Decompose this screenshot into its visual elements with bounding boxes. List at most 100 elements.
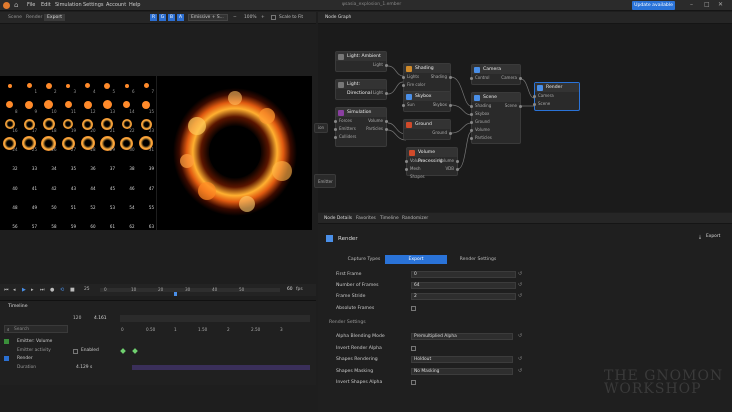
zoom-in-icon[interactable]: + [261,15,265,20]
node-camera[interactable]: Camera Control Camera [470,64,522,85]
step-back-icon[interactable]: ◂ [13,287,16,293]
port-particles-in[interactable]: Particles [470,134,500,142]
port-mesh-shapes[interactable]: Mesh Shapes [405,165,439,179]
invert-shapes-alpha-checkbox[interactable] [411,380,416,385]
emitter-enabled-checkbox[interactable] [73,349,78,354]
menu-simulation[interactable]: Simulation [55,2,82,8]
close-icon[interactable]: ✕ [718,1,723,8]
menu-account[interactable]: Account [106,2,126,8]
subtab-render-settings[interactable]: Render Settings [447,255,509,264]
loop-icon[interactable]: ⟲ [60,287,64,293]
port-volume-in[interactable]: Volume [405,157,433,165]
port-light[interactable]: Light [336,89,388,97]
channel-r-toggle[interactable]: R [150,14,157,21]
node-stub-emitter[interactable]: Emitter [314,174,336,188]
node-stub-simulation[interactable]: ion [314,123,328,133]
reset-icon[interactable]: ↺ [518,293,522,299]
skip-start-icon[interactable]: ⏮ [4,287,9,293]
render-preview[interactable] [157,76,312,230]
export-button[interactable]: Export [706,234,720,239]
frame-stride-field[interactable]: 2 [411,293,516,300]
timeline-row-render[interactable]: Render [0,356,120,364]
port-scene-in[interactable]: Scene [533,100,561,108]
node-graph-canvas[interactable]: Light: Ambient Light Light: Directional … [314,24,732,212]
port-forces[interactable]: Forces [334,117,362,125]
channel-b-toggle[interactable]: B [168,14,175,21]
reset-icon[interactable]: ↺ [518,282,522,288]
menu-settings[interactable]: Settings [83,2,104,8]
port-sun[interactable]: Sun [402,101,424,109]
port-particles[interactable]: Particles [360,125,388,133]
port-volume-in[interactable]: Volume [470,126,496,134]
skip-end-icon[interactable]: ⏭ [40,287,45,293]
channel-a-toggle[interactable]: A [177,14,184,21]
shapes-masking-dropdown[interactable]: No Masking [411,368,513,375]
alpha-blending-dropdown[interactable]: Premultiplied Alpha [411,333,513,340]
port-skybox[interactable]: Skybox [426,101,452,109]
port-scene[interactable]: Scene [498,102,522,110]
port-volume-out[interactable]: Volume [433,157,459,165]
port-fire-color[interactable]: Fire color [402,81,434,89]
node-shading[interactable]: Shading Lights Fire color Shading [402,63,452,93]
menu-help[interactable]: Help [129,2,140,8]
timeline-row-activity[interactable]: Emitter activity Enabled [0,348,120,356]
timeline-search-input[interactable]: ⌕ Search [4,325,68,333]
port-control[interactable]: Control [470,74,496,82]
node-scene[interactable]: Scene Shading Skybox Ground Volume Parti… [470,92,522,144]
menu-edit[interactable]: Edit [41,2,51,8]
playhead[interactable] [174,292,177,296]
port-volume[interactable]: Volume [360,117,388,125]
channel-g-toggle[interactable]: G [159,14,166,21]
timeline-row-emitter[interactable]: Emitter: Volume [0,339,120,347]
first-frame-field[interactable]: 0 [411,271,516,278]
port-shading[interactable]: Shading [426,73,452,81]
menu-file[interactable]: File [27,2,35,8]
scale-to-fit-checkbox[interactable] [271,15,276,20]
update-button[interactable]: Update available [632,1,675,10]
port-ground-in[interactable]: Ground [470,118,496,126]
tab-timeline[interactable]: Timeline [380,216,399,221]
play-icon[interactable]: ▶ [22,287,26,293]
port-camera[interactable]: Camera [496,74,522,82]
layer-dropdown[interactable]: Emissive + S... [188,14,228,21]
node-render[interactable]: Render Camera Scene [533,82,580,111]
tab-favorites[interactable]: Favorites [356,216,376,221]
tab-node-details[interactable]: Node Details [324,216,352,221]
section-render-settings[interactable]: Render Settings [329,320,366,325]
tab-export[interactable]: Export [44,14,66,21]
node-light-ambient[interactable]: Light: Ambient Light [335,51,388,72]
reset-icon[interactable]: ↺ [518,271,522,277]
node-ground[interactable]: Ground Ground [403,119,452,140]
port-vdb[interactable]: VDB [437,165,459,173]
end-frame[interactable]: 60 [287,287,293,292]
port-lights[interactable]: Lights [402,73,426,81]
minimize-icon[interactable]: – [690,1,693,8]
timeline-time-b[interactable]: 4.161 [94,316,107,321]
export-icon[interactable]: ⤓ [699,234,701,240]
sprite-sheet-view[interactable]: 1 2 3 4 5 6 7 8 9 10 11 12 13 14 15 16 17 18 19 20 21 22 23 24 2… [0,76,156,230]
shapes-rendering-dropdown[interactable]: Holdout [411,356,513,363]
subtab-export[interactable]: Export [385,255,447,264]
node-simulation[interactable]: Simulation Forces Emitters Colliders Vol… [334,107,388,147]
timeline-time-a[interactable]: 120 [73,316,81,321]
keyframe-icon[interactable] [120,348,126,354]
node-volume-processing[interactable]: Volume Processing Volume Mesh Shapes Vol… [405,147,459,179]
tab-scene[interactable]: Scene [8,15,22,20]
record-icon[interactable]: ● [50,287,54,293]
stop-icon[interactable]: ■ [70,287,75,293]
number-of-frames-field[interactable]: 64 [411,282,516,289]
port-ground[interactable]: Ground [404,129,452,137]
port-skybox-in[interactable]: Skybox [470,110,496,118]
home-icon[interactable]: ⌂ [14,1,18,9]
invert-render-alpha-checkbox[interactable] [411,346,416,351]
current-frame[interactable]: 25 [84,287,90,292]
reset-icon[interactable]: ↺ [518,333,522,339]
timeline-row-value[interactable]: 4.129 s [76,365,92,370]
timeline-row-duration[interactable]: Duration 4.129 s [0,365,120,373]
port-colliders[interactable]: Colliders [334,133,362,141]
node-light-directional[interactable]: Light: Directional Light [335,79,388,100]
port-shading-in[interactable]: Shading [470,102,496,110]
node-skybox[interactable]: Skybox Sun Skybox [402,91,452,112]
reset-icon[interactable]: ↺ [518,368,522,374]
duration-bar[interactable] [132,365,310,370]
